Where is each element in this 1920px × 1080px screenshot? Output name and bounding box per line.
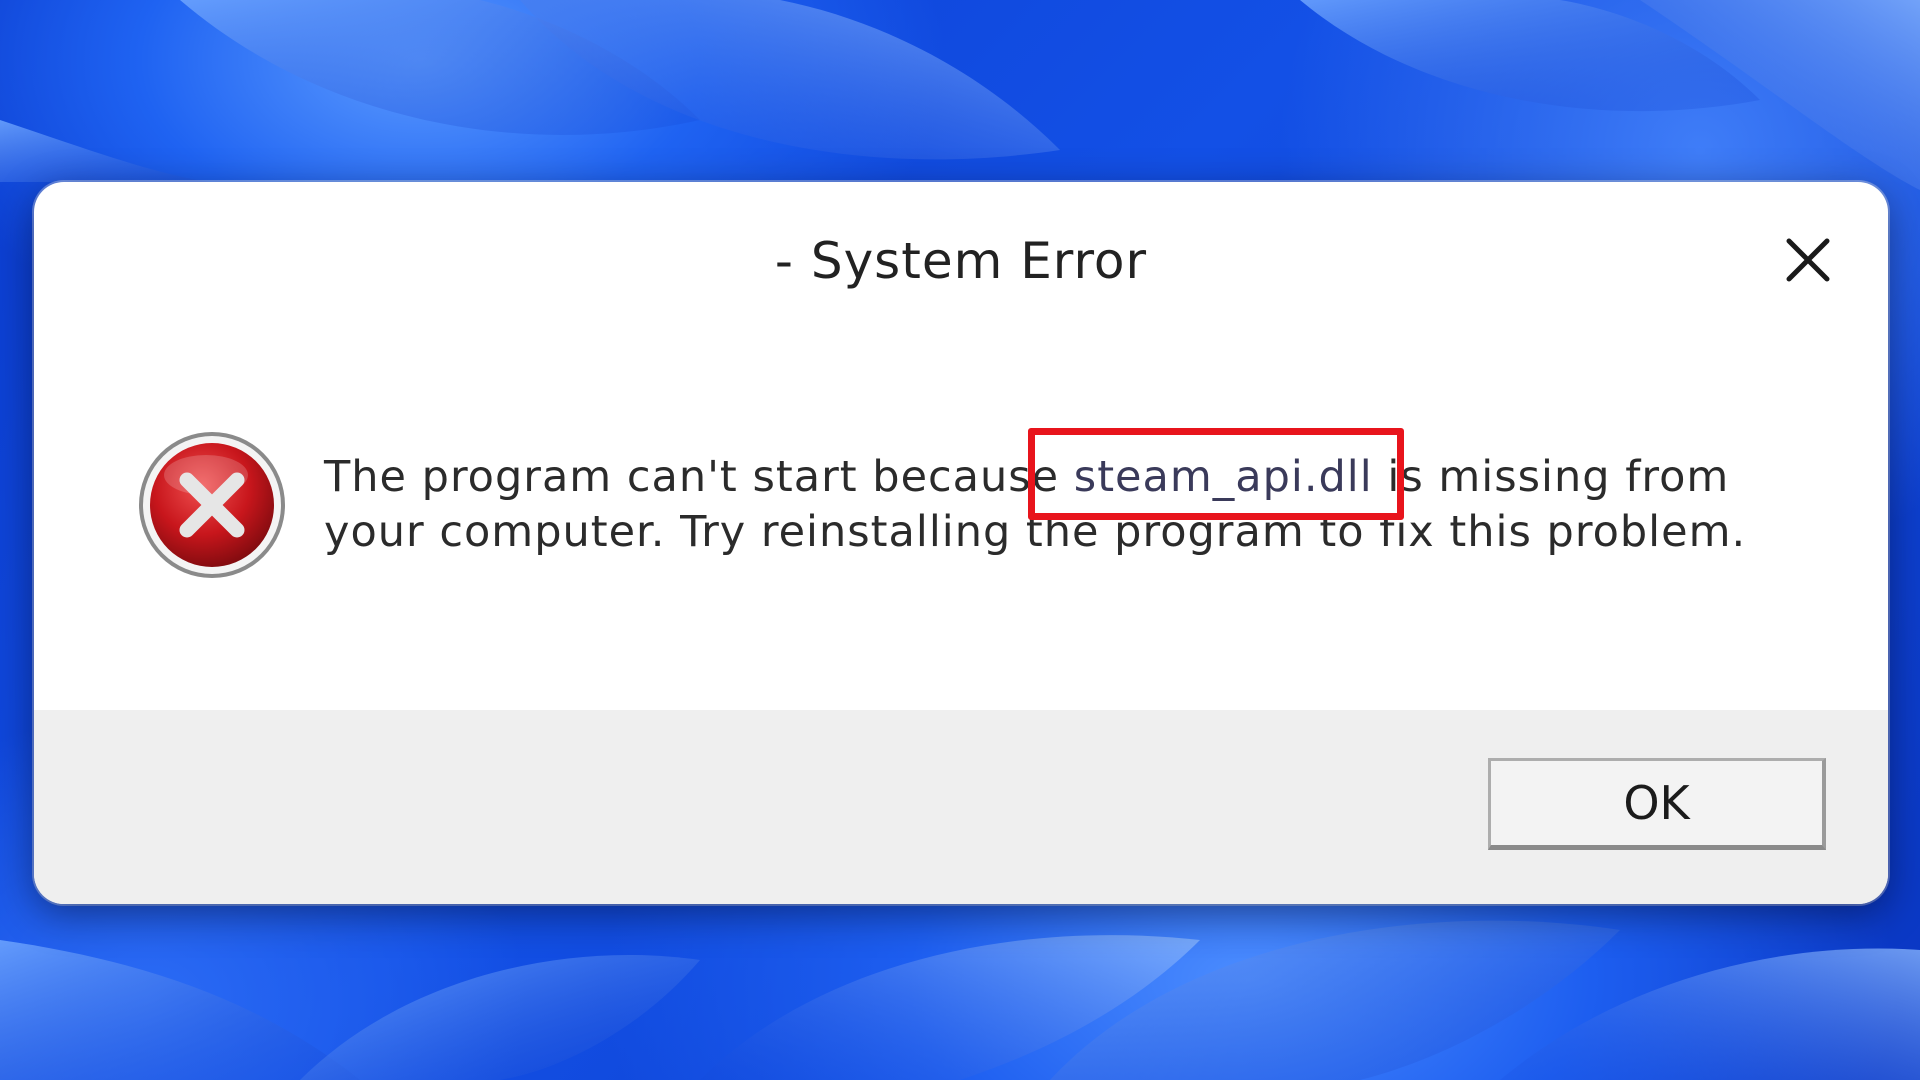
missing-dll-name: steam_api.dll (1073, 452, 1373, 502)
error-message-line-2: your computer. Try reinstalling the prog… (324, 507, 1747, 557)
ok-button[interactable]: OK (1488, 758, 1826, 850)
dialog-title: - System Error (774, 232, 1148, 290)
error-message: The program can't start because steam_ap… (324, 450, 1824, 560)
error-icon (139, 432, 285, 578)
close-button[interactable] (1768, 220, 1848, 300)
system-error-dialog: - System Error The program can't start b… (34, 182, 1888, 904)
close-icon (1786, 238, 1830, 282)
message-text-end: is missing from (1372, 452, 1730, 502)
dialog-footer: OK (34, 710, 1888, 904)
error-message-line-1: The program can't start because steam_ap… (324, 450, 1824, 505)
message-text-start: The program can't start because (324, 452, 1074, 502)
